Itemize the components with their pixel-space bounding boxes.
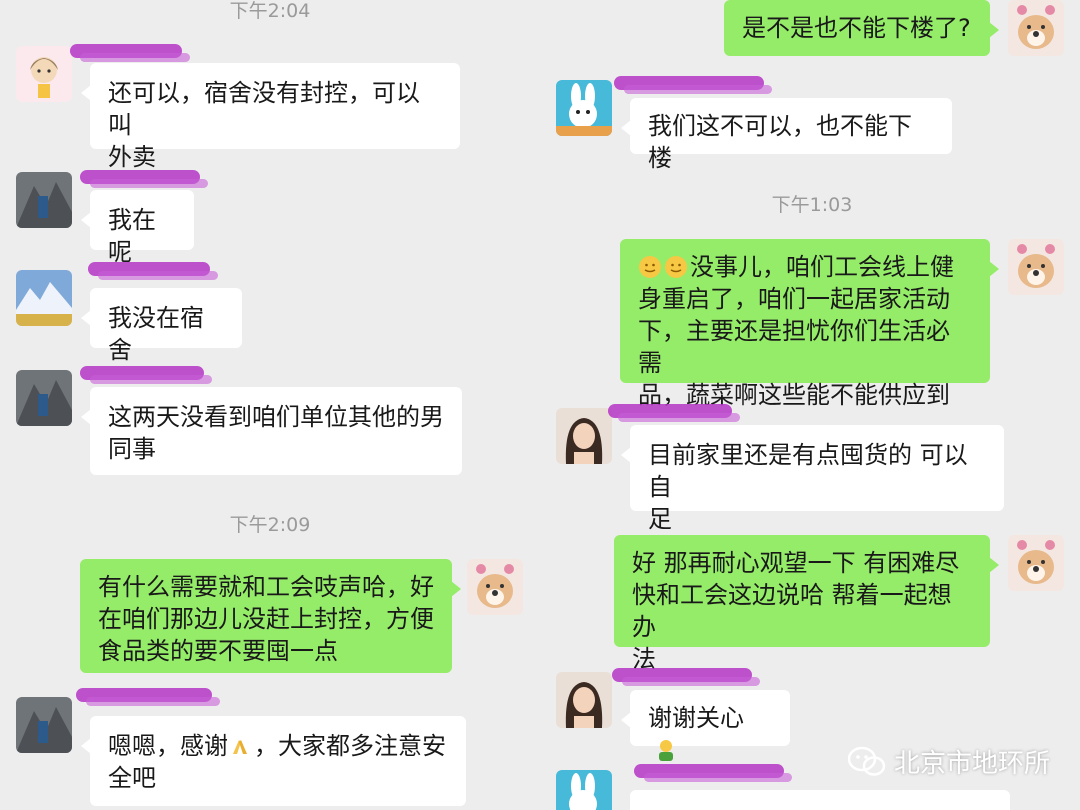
mountain-avatar[interactable] — [16, 697, 72, 753]
message-bubble-outgoing[interactable]: 没事儿，咱们工会线上健 身重启了，咱们一起居家活动 下，主要还是担忧你们生活必需… — [620, 239, 999, 409]
pray-hands-emoji — [228, 734, 252, 758]
name-redaction — [70, 44, 190, 62]
name-redaction — [608, 404, 740, 422]
message-bubble-incoming[interactable]: 还可以，宿舍没有封控，可以叫 外卖 — [81, 63, 460, 171]
dog-avatar[interactable] — [1008, 0, 1064, 56]
timestamp: 下午2:09 — [229, 514, 311, 536]
wechat-logo — [847, 746, 886, 776]
muscle-emoji — [654, 738, 678, 762]
message-text: 谢谢关心 — [648, 704, 744, 732]
dog-avatar[interactable] — [1008, 535, 1064, 591]
message-bubble-incoming[interactable] — [630, 790, 1010, 810]
woman-avatar[interactable] — [556, 408, 612, 464]
snow-scene-avatar[interactable] — [16, 270, 72, 326]
rabbit-avatar[interactable] — [556, 80, 612, 136]
chat-column-left: 下午2:04 还可以，宿舍没有封控，可以叫 外卖 我在呢 我没在宿舍 这两天没看… — [0, 0, 538, 810]
chat-column-right: 是不是也不能下楼了? 我们这不可以，也不能下楼 下午1:03 没事儿，咱们工会线… — [538, 0, 1080, 810]
message-bubble-incoming[interactable]: 我们这不可以，也不能下楼 — [621, 98, 952, 172]
name-redaction — [88, 262, 218, 280]
name-redaction — [80, 366, 212, 384]
message-bubble-incoming[interactable]: 目前家里还是有点囤货的 可以自 足 — [621, 425, 1004, 533]
watermark: 北京市地环所 — [847, 743, 1050, 780]
dog-avatar[interactable] — [467, 559, 523, 615]
woman-avatar[interactable] — [556, 672, 612, 728]
timestamp: 下午1:03 — [771, 194, 853, 216]
name-redaction — [80, 170, 208, 188]
message-bubble-incoming[interactable]: 谢谢关心 — [621, 690, 790, 761]
watermark-text: 北京市地环所 — [893, 749, 1050, 779]
hug-emoji — [638, 255, 662, 279]
message-bubble-incoming[interactable]: 我在呢 — [81, 190, 194, 266]
message-bubble-incoming[interactable]: 我没在宿舍 — [81, 288, 242, 364]
name-redaction — [614, 76, 772, 94]
message-bubble-incoming[interactable]: 嗯嗯，感谢 ，大家都多注意安 全吧 — [81, 716, 466, 806]
name-redaction — [634, 764, 792, 782]
name-redaction — [612, 668, 760, 686]
message-bubble-outgoing[interactable]: 好 那再耐心观望一下 有困难尽 快和工会这边说哈 帮着一起想办 法 — [614, 535, 999, 673]
timestamp: 下午2:04 — [229, 0, 311, 22]
cartoon-girl-avatar[interactable] — [16, 46, 72, 102]
name-redaction — [76, 688, 220, 706]
mountain-avatar[interactable] — [16, 370, 72, 426]
message-bubble-outgoing[interactable]: 是不是也不能下楼了? — [724, 0, 999, 56]
message-text: 嗯嗯，感谢 — [108, 732, 228, 760]
message-bubble-outgoing[interactable]: 有什么需要就和工会吱声哈，好 在咱们那边儿没赶上封控，方便 食品类的要不要囤一点 — [80, 559, 461, 673]
mountain-avatar[interactable] — [16, 172, 72, 228]
message-bubble-incoming[interactable]: 这两天没看到咱们单位其他的男 同事 — [81, 387, 462, 475]
hug-emoji — [664, 255, 688, 279]
dog-avatar[interactable] — [1008, 239, 1064, 295]
rabbit-avatar[interactable] — [556, 770, 612, 810]
